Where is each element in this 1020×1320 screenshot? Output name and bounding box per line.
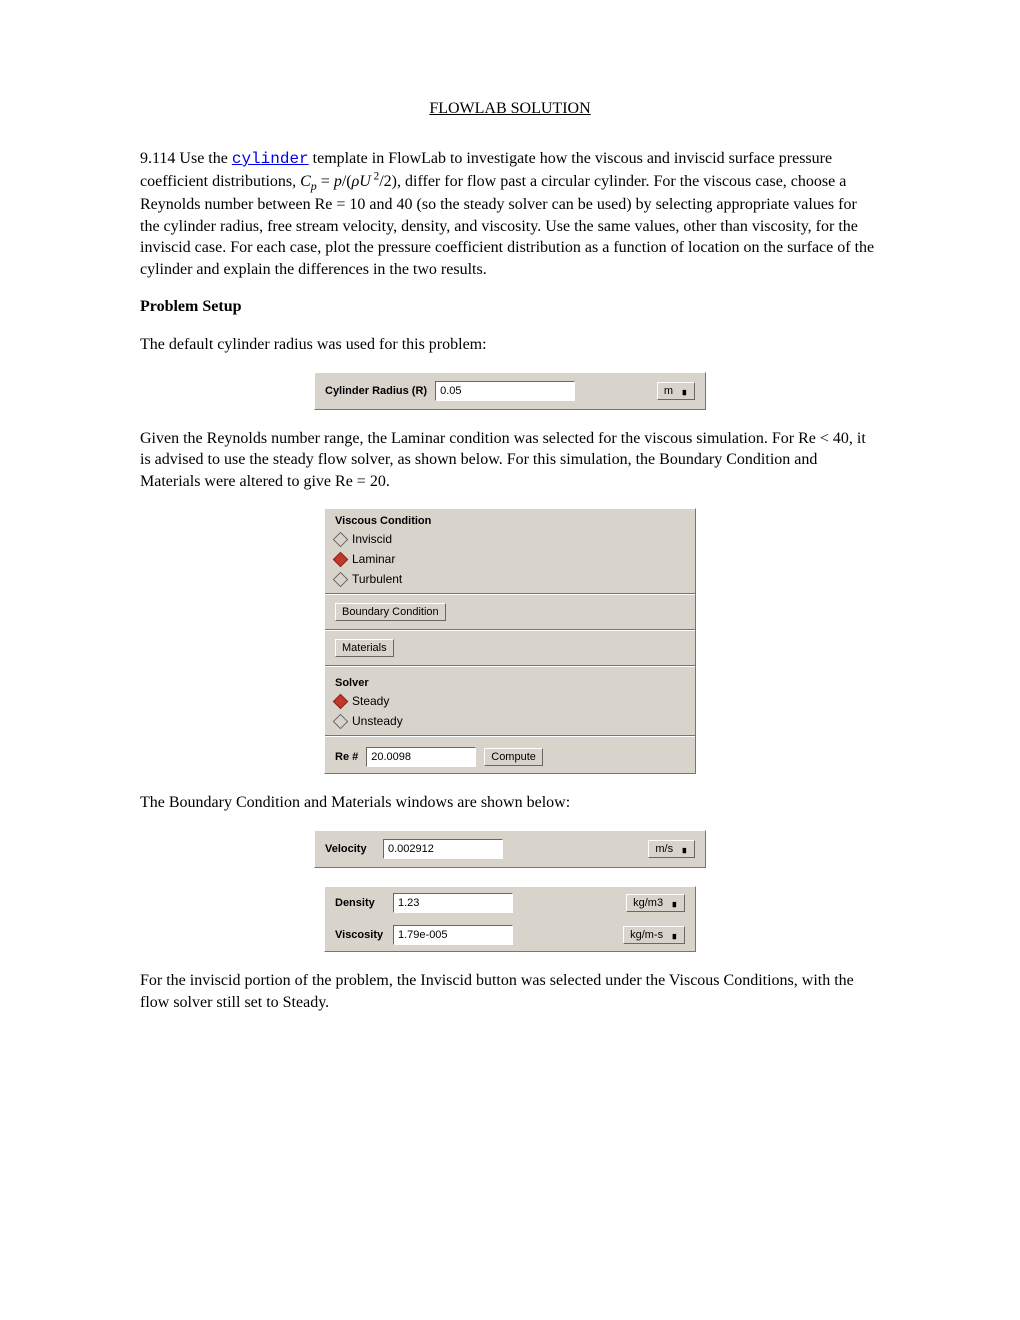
paragraph: The Boundary Condition and Materials win… — [140, 792, 880, 814]
dropdown-icon: ▗ — [679, 844, 686, 853]
unit-label: kg/m3 — [633, 897, 663, 909]
diamond-icon — [333, 714, 349, 730]
radio-label: Steady — [352, 694, 389, 708]
boundary-condition-button[interactable]: Boundary Condition — [335, 603, 446, 621]
divider — [325, 593, 695, 595]
cylinder-radius-panel: Cylinder Radius (R) m ▗ — [314, 372, 706, 410]
intro-paragraph: 9.114 Use the cylinder template in FlowL… — [140, 148, 880, 280]
viscous-condition-panel: Viscous Condition Inviscid Laminar Turbu… — [324, 508, 696, 774]
density-unit-dropdown[interactable]: kg/m3 ▗ — [626, 894, 685, 912]
re-input[interactable] — [366, 747, 476, 767]
radius-unit-dropdown[interactable]: m ▗ — [657, 382, 695, 400]
radio-label: Turbulent — [352, 572, 402, 586]
viscous-header: Viscous Condition — [325, 509, 695, 529]
materials-button[interactable]: Materials — [335, 639, 394, 657]
text: C — [300, 173, 311, 190]
text: ρU — [352, 173, 371, 190]
materials-panel: Density kg/m3 ▗ Viscosity kg/m-s ▗ — [324, 886, 696, 952]
radio-laminar[interactable]: Laminar — [325, 549, 695, 569]
re-label: Re # — [335, 751, 358, 763]
divider — [325, 665, 695, 667]
dropdown-icon: ▗ — [669, 898, 676, 907]
divider — [325, 629, 695, 631]
dropdown-icon: ▗ — [669, 930, 676, 939]
radio-label: Unsteady — [352, 714, 403, 728]
page-title: FLOWLAB SOLUTION — [140, 100, 880, 118]
solver-header: Solver — [325, 671, 695, 691]
velocity-input[interactable] — [383, 839, 503, 859]
velocity-unit-dropdown[interactable]: m/s ▗ — [648, 840, 695, 858]
diamond-icon — [333, 552, 349, 568]
text: 2 — [371, 170, 379, 182]
velocity-panel: Velocity m/s ▗ — [314, 830, 706, 868]
unit-label: m/s — [655, 843, 673, 855]
compute-button[interactable]: Compute — [484, 748, 543, 766]
paragraph: For the inviscid portion of the problem,… — [140, 970, 880, 1013]
radio-label: Inviscid — [352, 532, 392, 546]
text: 9.114 Use the — [140, 150, 232, 167]
diamond-icon — [333, 532, 349, 548]
viscosity-input[interactable] — [393, 925, 513, 945]
velocity-label: Velocity — [325, 843, 375, 855]
density-label: Density — [335, 897, 385, 909]
diamond-icon — [333, 694, 349, 710]
density-input[interactable] — [393, 893, 513, 913]
radio-label: Laminar — [352, 552, 395, 566]
radio-steady[interactable]: Steady — [325, 691, 695, 711]
cylinder-link[interactable]: cylinder — [232, 150, 309, 168]
radio-turbulent[interactable]: Turbulent — [325, 569, 695, 589]
paragraph: The default cylinder radius was used for… — [140, 334, 880, 356]
unit-label: kg/m-s — [630, 929, 663, 941]
diamond-icon — [333, 572, 349, 588]
radio-inviscid[interactable]: Inviscid — [325, 529, 695, 549]
section-heading: Problem Setup — [140, 296, 880, 318]
viscosity-unit-dropdown[interactable]: kg/m-s ▗ — [623, 926, 685, 944]
text: = — [317, 173, 334, 190]
viscosity-label: Viscosity — [335, 929, 385, 941]
radius-input[interactable] — [435, 381, 575, 401]
unit-label: m — [664, 385, 673, 397]
radio-unsteady[interactable]: Unsteady — [325, 711, 695, 731]
paragraph: Given the Reynolds number range, the Lam… — [140, 428, 880, 493]
text: p — [334, 173, 342, 190]
text: /( — [342, 173, 352, 190]
dropdown-icon: ▗ — [679, 386, 686, 395]
radius-label: Cylinder Radius (R) — [325, 385, 427, 397]
divider — [325, 735, 695, 737]
